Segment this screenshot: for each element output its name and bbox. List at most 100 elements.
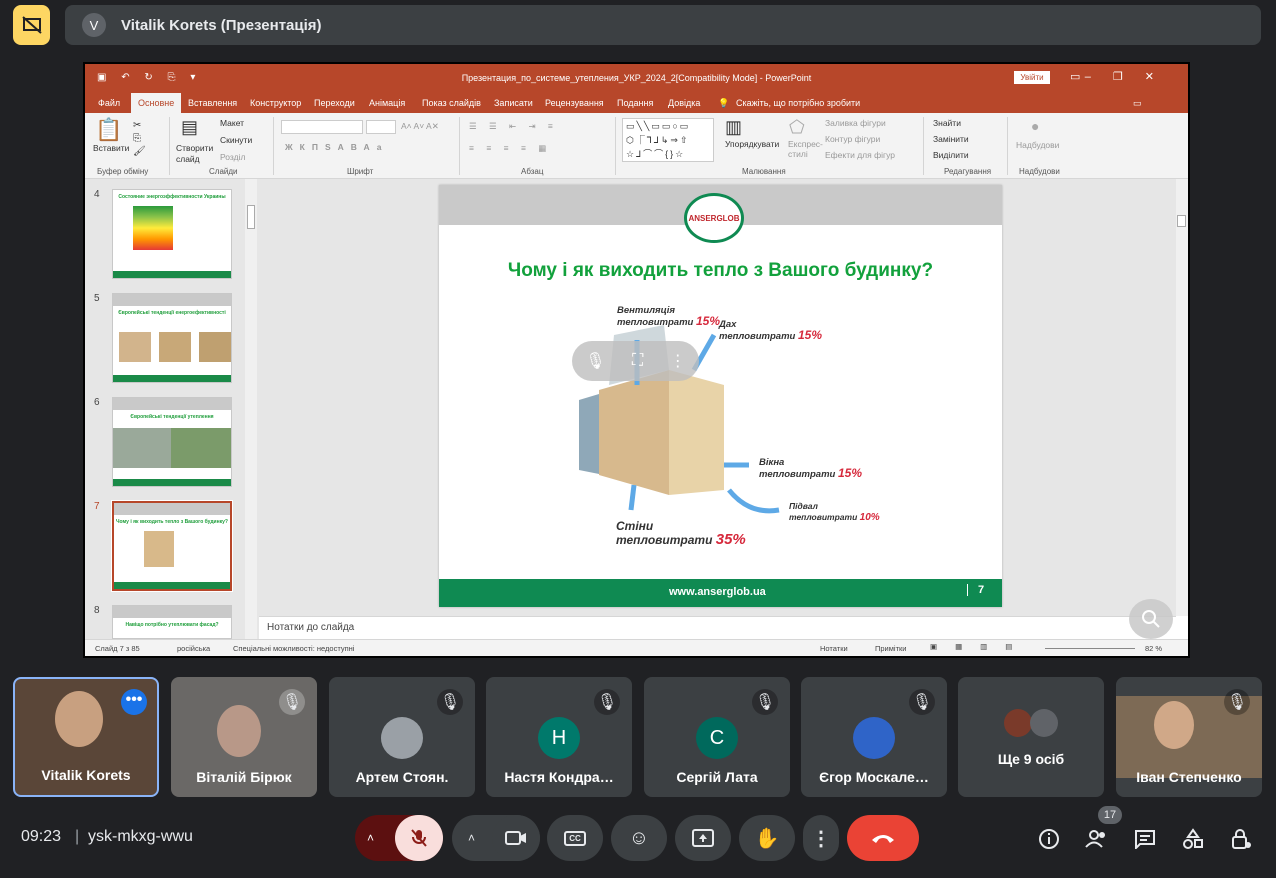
list-buttons[interactable]: ☰ ☰ ⇤ ⇥ ≡ [469,121,558,132]
arrange-button[interactable]: Упорядкувати [725,139,785,149]
zoom-slider[interactable] [1045,648,1135,649]
thumb-slide[interactable]: Состояние энергоэффективности Украины [112,189,232,279]
window-controls[interactable]: –❐✕ [1085,70,1176,83]
participant-name: Віталій Бірюк [196,769,292,785]
language[interactable]: російська [177,644,210,653]
paste-button[interactable]: Вставити [93,143,129,153]
arrange-icon[interactable]: ▥ [725,117,742,138]
mic-off-icon: 🎙 [585,353,606,370]
thumbnails-scrollbar[interactable] [245,179,257,639]
thumb-slide[interactable]: Європейські тенденції енергоефективності [112,293,232,383]
participant-tile[interactable]: 🎙 Іван Степченко [1116,677,1262,797]
thumb-header [114,503,230,515]
find-button[interactable]: Знайти [933,118,961,128]
comments-toggle[interactable]: Примітки [875,644,906,653]
activities-button[interactable] [1180,826,1206,852]
layout-button[interactable]: Макет [220,118,244,128]
quick-styles-button[interactable]: Експрес-стилі [788,139,824,159]
font-name-select[interactable] [281,120,363,134]
presentation-icon[interactable] [13,5,50,45]
hang-up-icon [872,835,894,843]
new-slide-icon[interactable]: ▤ [181,117,198,138]
tab-design[interactable]: Конструктор [250,98,301,108]
select-button[interactable]: Виділити [933,150,969,160]
participant-name: Настя Кондра… [504,769,614,785]
tab-home[interactable]: Основне [131,93,182,113]
addins-button[interactable]: Надбудови [1016,140,1059,150]
addins-icon[interactable]: ● [1031,118,1039,134]
tab-record[interactable]: Записати [494,98,533,108]
quick-styles-icon[interactable]: ⬠ [789,117,805,138]
shape-fill-button[interactable]: Заливка фігури [825,118,886,128]
chat-button[interactable] [1132,826,1158,852]
participant-tile[interactable]: Н 🎙 Настя Кондра… [486,677,632,797]
shapes-gallery[interactable]: ▭╲╲▭▭○▭ ⬡⎾⅂⅃↳⇒⇧ ☆⅃⌒⌒{}☆ [622,118,714,162]
raise-hand-button[interactable]: ✋ [739,815,795,861]
tab-help[interactable]: Довідка [668,98,700,108]
thumb-title: Чому і як виходить тепло з Вашого будинк… [116,519,228,525]
notes-pane[interactable]: Нотатки до слайда [259,616,1176,639]
mic-toggle-button[interactable] [395,815,443,861]
font-format-buttons[interactable]: ЖКПSАВАа [285,142,388,152]
thumb-number: 8 [94,605,100,616]
font-size-select[interactable] [366,120,396,134]
view-buttons[interactable]: ▣▦▥▤ [930,642,1030,651]
comments-icon[interactable]: ▭ [1133,98,1142,109]
camera-toggle-button[interactable] [492,815,540,861]
presenter-mute-overlay[interactable]: 🎙 ⛶ ⋮ [572,341,699,381]
others-tile[interactable]: Ще 9 осіб [958,677,1104,797]
shape-outline-button[interactable]: Контур фігури [825,134,880,144]
tab-animation[interactable]: Анімація [369,98,405,108]
participant-tile[interactable]: 🎙 Єгор Москале… [801,677,947,797]
thumb-slide[interactable]: Європейські тенденції утеплення [112,397,232,487]
thumb-slide-selected[interactable]: Чому і як виходить тепло з Вашого будинк… [111,500,233,592]
tab-review[interactable]: Рецензування [545,98,604,108]
participant-tile[interactable]: С 🎙 Сергій Лата [644,677,790,797]
thumb-number: 7 [94,501,100,512]
notes-toggle[interactable]: Нотатки [820,644,848,653]
font-size-buttons[interactable]: A˄ A˅ A✕ [401,121,439,132]
align-buttons[interactable]: ≡ ≡ ≡ ≡ ▦ [469,143,551,154]
reset-button[interactable]: Скинути [220,135,252,145]
captions-icon: CC [564,830,586,846]
accessibility-status[interactable]: Спеціальні можливості: недоступні [233,644,354,653]
sign-in-button[interactable]: Увійти [1014,71,1050,84]
participant-tile[interactable]: 🎙 Артем Стоян. [329,677,475,797]
audio-options-button[interactable]: ˄ [367,831,374,845]
people-button[interactable] [1084,826,1110,852]
tab-file[interactable]: Файл [98,98,120,108]
reactions-button[interactable]: ☺ [611,815,667,861]
tell-me-input[interactable]: Скажіть, що потрібно зробити [736,98,860,108]
tab-slideshow[interactable]: Показ слайдів [422,98,481,108]
more-options-button[interactable]: ⋮ [803,815,839,861]
more-options-icon[interactable]: ••• [121,689,147,715]
thumb-header [113,606,231,618]
replace-button[interactable]: Замінити [933,134,969,144]
captions-button[interactable]: CC [547,815,603,861]
ribbon-display-icon[interactable]: ▭ [1070,70,1080,83]
paste-icon[interactable]: 📋 [95,117,122,143]
zoom-in-button[interactable] [1129,599,1173,639]
tab-view[interactable]: Подання [617,98,653,108]
group-slides: Слайди [209,167,238,176]
participant-tile[interactable]: 🎙 Віталій Бірюк [171,677,317,797]
zoom-level[interactable]: 82 % [1145,644,1162,653]
leave-call-button[interactable] [847,815,919,861]
meeting-code[interactable]: ysk-mkxg-wwu [88,828,193,846]
meeting-details-button[interactable] [1036,826,1062,852]
thumb-slide[interactable]: Навіщо потрібно утеплювати фасад? [112,605,232,639]
host-controls-button[interactable] [1228,826,1254,852]
section-button[interactable]: Розділ [220,152,245,162]
slide-scrollbar[interactable] [1176,179,1188,616]
people-count-badge: 17 [1098,806,1122,824]
tab-insert[interactable]: Вставлення [188,98,237,108]
video-options-button[interactable]: ˄ [468,831,475,845]
new-slide-button[interactable]: Створити слайд [176,143,216,165]
clipboard-tools[interactable]: ✂ ⎘ 🖌 [133,119,146,158]
group-font: Шрифт [347,167,374,176]
shape-effects-button[interactable]: Ефекти для фігур [825,150,895,160]
current-slide[interactable]: ANSERGLOB Чому і як виходить тепло з Ваш… [439,185,1002,607]
present-screen-button[interactable] [675,815,731,861]
tab-transitions[interactable]: Переходи [314,98,355,108]
participant-tile[interactable]: ••• Vitalik Korets [13,677,159,797]
